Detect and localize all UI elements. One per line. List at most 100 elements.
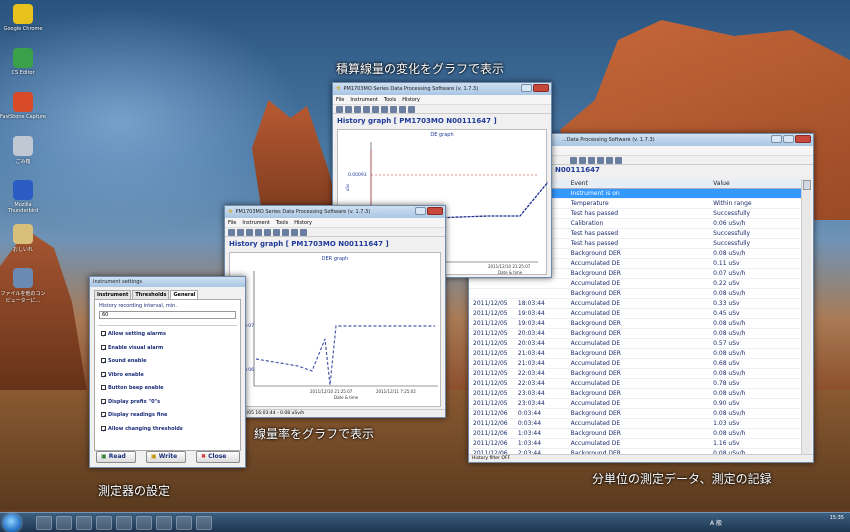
- start-button[interactable]: [3, 514, 21, 532]
- minimize-button[interactable]: [415, 207, 426, 215]
- scrollbar[interactable]: [801, 179, 811, 454]
- menu-history[interactable]: History: [294, 220, 312, 226]
- export-icon[interactable]: [615, 156, 622, 164]
- table-row[interactable]: 2011/12/06 0:03:44 Accumulated DE 1.03 uSv: [469, 419, 801, 429]
- filter-icon[interactable]: [606, 156, 613, 164]
- column-value[interactable]: Value: [713, 179, 801, 188]
- setting-option[interactable]: Allow setting alarms: [95, 328, 240, 344]
- desktop-icon[interactable]: おしいれ: [0, 224, 46, 253]
- table-row[interactable]: 2011/12/05 18:03:44 Accumulated DE 0.33 uSv: [469, 299, 801, 309]
- save-icon[interactable]: [372, 105, 379, 113]
- table-row[interactable]: 2011/12/06 0:03:44 Background DER 0.08 uSv/…: [469, 409, 801, 419]
- graph-icon[interactable]: [282, 228, 289, 236]
- graph-icon[interactable]: [390, 105, 397, 113]
- column-event[interactable]: Event: [571, 179, 714, 188]
- table-row[interactable]: 2011/12/05 23:03:44 Background DER 0.08 uSv…: [469, 389, 801, 399]
- close-button[interactable]: [427, 207, 443, 215]
- menu-history[interactable]: History: [402, 97, 420, 103]
- menu-instrument[interactable]: Instrument: [242, 220, 270, 226]
- setting-option[interactable]: Enable visual alarm: [95, 342, 240, 357]
- table-row[interactable]: Background DER 0.08 uSv/h: [469, 289, 801, 299]
- table-icon[interactable]: [588, 156, 595, 164]
- table-row[interactable]: 2011/12/05 21:03:44 Background DER 0.08 uSv…: [469, 349, 801, 359]
- read-icon[interactable]: [237, 228, 244, 236]
- setting-option[interactable]: Allow changing thresholds: [95, 423, 240, 438]
- read-button[interactable]: ▣ Read: [96, 451, 136, 463]
- scroll-thumb[interactable]: [802, 180, 811, 190]
- table-row[interactable]: 2011/12/06 1:03:44 Accumulated DE 1.16 uSv: [469, 439, 801, 449]
- title-bar[interactable]: ☢ PM1703MO Series Data Processing Softwa…: [333, 83, 551, 95]
- desktop-icon[interactable]: FastStone Capture: [0, 92, 46, 120]
- setting-option[interactable]: Button beep enable: [95, 382, 240, 396]
- close-button[interactable]: [533, 84, 549, 92]
- taskbar-app-icon[interactable]: [116, 516, 132, 530]
- table-row[interactable]: 2011/12/05 19:03:44 Background DER 0.08 uSv…: [469, 319, 801, 329]
- delete-icon[interactable]: [273, 228, 280, 236]
- checkbox[interactable]: [101, 411, 106, 425]
- taskbar-app-icon[interactable]: [156, 516, 172, 530]
- desktop-icon[interactable]: ごみ箱: [0, 136, 46, 165]
- close-button[interactable]: [795, 135, 811, 143]
- minimize-button[interactable]: [521, 84, 532, 92]
- table-row[interactable]: Accumulated DE 0.22 uSv: [469, 279, 801, 289]
- table-icon[interactable]: [399, 105, 406, 113]
- taskbar-app-icon[interactable]: [176, 516, 192, 530]
- table-row[interactable]: 2011/12/05 20:03:44 Background DER 0.08 uSv…: [469, 329, 801, 339]
- print-icon[interactable]: [408, 105, 415, 113]
- table-icon[interactable]: [291, 228, 298, 236]
- table-row[interactable]: 2011/12/05 22:03:44 Background DER 0.08 uSv…: [469, 369, 801, 379]
- table-row[interactable]: 2011/12/05 20:03:44 Accumulated DE 0.57 uSv: [469, 339, 801, 349]
- taskbar-app-icon[interactable]: [76, 516, 92, 530]
- minimize-button[interactable]: [771, 135, 782, 143]
- setting-option[interactable]: Display readings fine: [95, 409, 240, 425]
- desktop-icon[interactable]: Mozilla Thunderbird: [0, 180, 46, 214]
- taskbar-app-icon[interactable]: [196, 516, 212, 530]
- tab-instrument[interactable]: Instrument: [94, 290, 132, 299]
- checkbox[interactable]: [101, 398, 106, 411]
- settings-icon[interactable]: [246, 228, 253, 236]
- settings-icon[interactable]: [354, 105, 361, 113]
- table-row[interactable]: 2011/12/05 22:03:44 Accumulated DE 0.78 uSv: [469, 379, 801, 389]
- menu-file[interactable]: File: [336, 97, 344, 103]
- tab-thresholds[interactable]: Thresholds: [132, 290, 170, 299]
- table-row[interactable]: 2011/12/05 21:03:44 Accumulated DE 0.68 uSv: [469, 359, 801, 369]
- checkbox[interactable]: [101, 357, 106, 371]
- setting-option[interactable]: Display prefix "0"s: [95, 396, 240, 411]
- tab-general[interactable]: General: [170, 290, 199, 299]
- delete-icon[interactable]: [381, 105, 388, 113]
- title-bar[interactable]: Instrument settings: [90, 277, 245, 287]
- edit-icon[interactable]: [255, 228, 262, 236]
- setting-option[interactable]: Vibro enable: [95, 369, 240, 384]
- der-graph-window[interactable]: ☢ PM1703MO Series Data Processing Softwa…: [224, 205, 446, 418]
- ime-indicator[interactable]: A 般: [710, 518, 722, 527]
- clock[interactable]: 15:35: [830, 515, 844, 522]
- desktop-icon[interactable]: ファイルを他のコンピューターに...: [0, 268, 46, 304]
- taskbar-app-icon[interactable]: [36, 516, 52, 530]
- graph-icon[interactable]: [597, 156, 604, 164]
- print-icon[interactable]: [300, 228, 307, 236]
- table-row[interactable]: 2011/12/05 23:03:44 Accumulated DE 0.90 uSv: [469, 399, 801, 409]
- save-icon[interactable]: [264, 228, 271, 236]
- taskbar-app-icon[interactable]: [136, 516, 152, 530]
- checkbox[interactable]: [101, 371, 106, 384]
- desktop-icon[interactable]: Google Chrome: [0, 4, 46, 32]
- instrument-settings-window[interactable]: Instrument settings Instrument Threshold…: [89, 276, 246, 468]
- menu-instrument[interactable]: Instrument: [350, 97, 378, 103]
- close-button[interactable]: ✖ Close: [196, 451, 240, 463]
- table-row[interactable]: 2011/12/05 19:03:44 Accumulated DE 0.45 uSv: [469, 309, 801, 319]
- checkbox[interactable]: [101, 330, 106, 344]
- table-row[interactable]: 2011/12/06 1:03:44 Background DER 0.08 uSv/…: [469, 429, 801, 439]
- maximize-button[interactable]: [783, 135, 794, 143]
- connect-icon[interactable]: [336, 105, 343, 113]
- save-icon[interactable]: [570, 156, 577, 164]
- checkbox[interactable]: [101, 344, 106, 357]
- menu-tools[interactable]: Tools: [384, 97, 396, 103]
- print-icon[interactable]: [579, 156, 586, 164]
- read-icon[interactable]: [345, 105, 352, 113]
- der-graph-plot[interactable]: DER graph 0.07 0.06 2011/12/10 21:25:07 …: [229, 252, 441, 407]
- menu-file[interactable]: File: [228, 220, 236, 226]
- desktop-icon[interactable]: CS Editor: [0, 48, 46, 76]
- checkbox[interactable]: [101, 425, 106, 438]
- taskbar-app-icon[interactable]: [56, 516, 72, 530]
- menu-tools[interactable]: Tools: [276, 220, 288, 226]
